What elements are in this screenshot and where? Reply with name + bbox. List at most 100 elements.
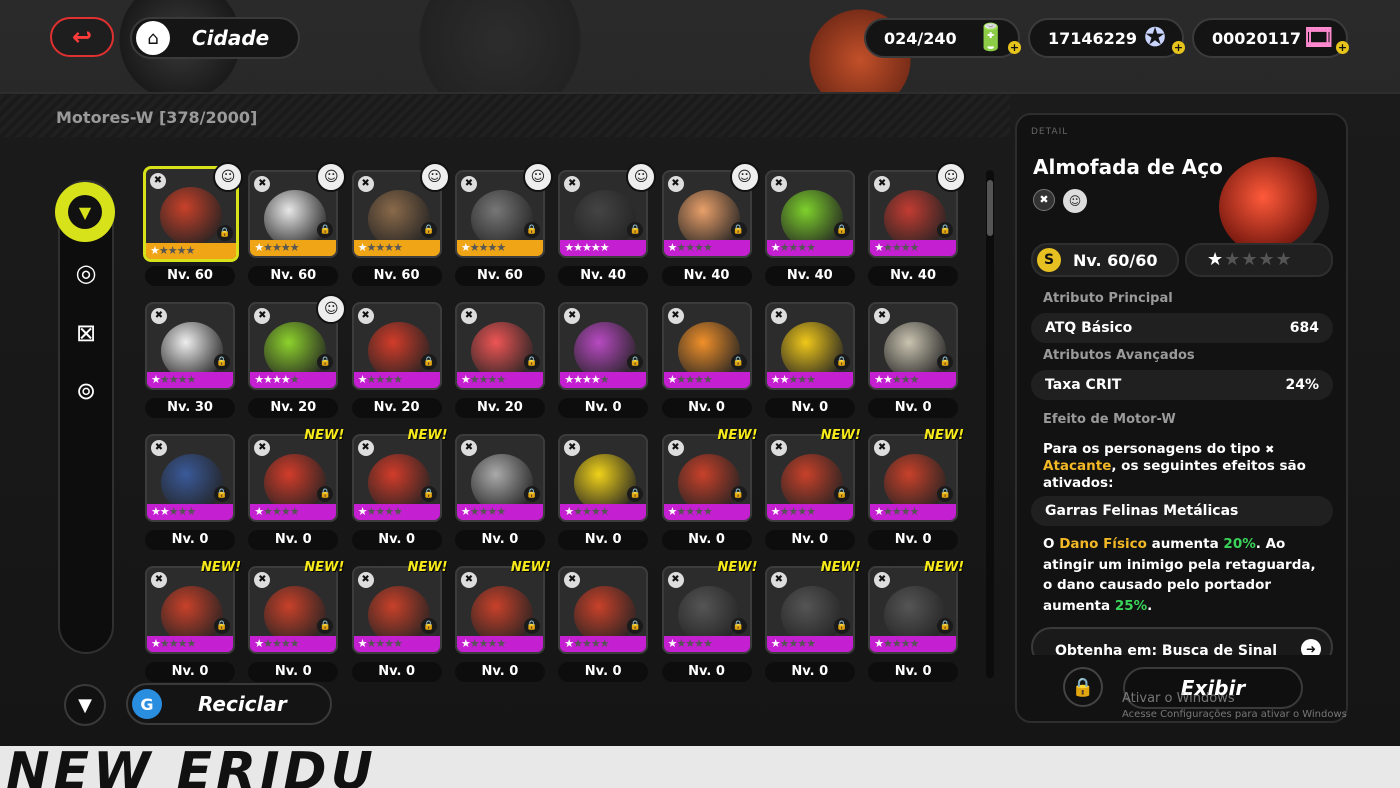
- level-pill: S Nv. 60/60: [1031, 243, 1179, 277]
- wengine-card[interactable]: ✖ 🔒 ★★★★★ NEW! Nv. 0: [246, 428, 344, 554]
- wengine-level: Nv. 0: [145, 662, 235, 682]
- sidebar-item-discs[interactable]: ◎: [68, 255, 104, 291]
- star-rating: ★★★★★: [150, 244, 195, 257]
- recycle-button[interactable]: G Reciclar: [126, 683, 332, 725]
- rarity-bar: ★★★★★: [560, 240, 647, 256]
- wengine-card[interactable]: ✖ 🔒 ★★★★★ Nv. 20: [350, 298, 444, 422]
- class-icon: ✖: [564, 440, 581, 456]
- wengine-thumbnail: ✖ 🔒 ★★★★★: [661, 566, 752, 654]
- rank-coin-icon: S: [1037, 248, 1061, 272]
- wengine-card[interactable]: ✖ 🔒 ★★★★★ Nv. 0: [763, 298, 857, 422]
- class-icon: ✖: [564, 176, 581, 192]
- bottom-decoration: NEW ERIDU: [0, 746, 1400, 788]
- new-badge: NEW!: [717, 428, 758, 443]
- wengine-card[interactable]: ✖ 🔒 ★★★★★ ☺ Nv. 60: [350, 162, 450, 290]
- item-image: [1219, 157, 1329, 257]
- equipped-agent-avatar: ☺: [522, 162, 553, 192]
- rarity-bar: ★★★★★: [250, 504, 337, 520]
- wengine-card[interactable]: ✖ 🔒 ★★★★★ Nv. 0: [556, 430, 650, 554]
- rarity-bar: ★★★★★: [456, 240, 543, 256]
- class-icon: ✖: [254, 176, 271, 192]
- class-icon: ✖: [151, 440, 167, 456]
- wengine-level: Nv. 20: [248, 398, 339, 418]
- wengine-card[interactable]: ✖ 🔒 ★★★★★ NEW! Nv. 0: [246, 560, 344, 686]
- wengine-level: Nv. 60: [145, 266, 235, 286]
- wengine-card[interactable]: ✖ 🔒 ★★★★★ ☺ Nv. 20: [246, 294, 347, 422]
- currency-tickets[interactable]: 00020117 🎞 +: [1192, 18, 1349, 58]
- wengine-card[interactable]: ✖ 🔒 ★★★★★ NEW! Nv. 0: [350, 428, 448, 554]
- sidebar-item-items[interactable]: ⊚: [68, 373, 104, 409]
- wengine-card[interactable]: ✖ 🔒 ★★★★★ ☺ Nv. 60: [453, 162, 553, 290]
- star-rating: ★★★★★: [770, 505, 816, 518]
- wengine-level: Nv. 0: [764, 662, 855, 682]
- currency-dennies[interactable]: 17146229 ✪ +: [1028, 18, 1185, 58]
- wengine-card[interactable]: ✖ 🔒 ★★★★★ NEW! Nv. 0: [453, 560, 551, 686]
- add-dennies-button[interactable]: +: [1172, 41, 1185, 54]
- rarity-bar: ★★★★★: [870, 636, 957, 652]
- star-rating: ★★★★★: [770, 241, 816, 254]
- main-attr-title: Atributo Principal: [1043, 291, 1173, 306]
- wengine-card[interactable]: ✖ 🔒 ★★★★★ Nv. 0: [453, 430, 547, 554]
- rarity-bar: ★★★★★: [147, 504, 233, 520]
- wengine-thumbnail: ✖ 🔒 ★★★★★: [661, 434, 752, 522]
- wengine-card[interactable]: ✖ 🔒 ★★★★★ Nv. 0: [866, 298, 960, 422]
- wengine-level: Nv. 0: [661, 398, 752, 418]
- effect-value: 25%: [1114, 597, 1148, 614]
- wengine-card[interactable]: ✖ 🔒 ★★★★★ NEW! Nv. 0: [763, 560, 861, 686]
- wengine-level: Nv. 0: [661, 530, 752, 550]
- wengine-card[interactable]: ✖ 🔒 ★★★★★ NEW! Nv. 0: [350, 560, 448, 686]
- effect-intro-text: Para os personagens do tipo: [1043, 441, 1261, 457]
- wengine-level: Nv. 0: [454, 530, 545, 550]
- equipped-agent-avatar: ☺: [213, 162, 243, 192]
- sidebar-item-materials[interactable]: ⊠: [68, 315, 104, 351]
- wengine-card[interactable]: ✖ 🔒 ★★★★★ ☺ Nv. 40: [866, 162, 967, 290]
- rarity-bar: ★★★★★: [250, 240, 337, 256]
- wengine-card[interactable]: ✖ 🔒 ★★★★★ Nv. 30: [143, 298, 237, 422]
- class-icon: ✖: [874, 308, 891, 324]
- scrollbar-thumb[interactable]: [987, 180, 993, 236]
- wengine-card[interactable]: ✖ 🔒 ★★★★★ ☺ Nv. 60: [143, 162, 243, 290]
- wengine-card[interactable]: ✖ 🔒 ★★★★★ Nv. 20: [453, 298, 547, 422]
- item-level: Nv. 60/60: [1073, 250, 1158, 270]
- wengine-level: Nv. 0: [558, 662, 649, 682]
- main-attr-row: ATQ Básico 684: [1031, 313, 1333, 343]
- lock-icon: 🔒: [420, 222, 437, 238]
- wengine-card[interactable]: ✖ 🔒 ★★★★★ NEW! Nv. 0: [660, 560, 758, 686]
- wengine-card[interactable]: ✖ 🔒 ★★★★★ NEW! Nv. 0: [866, 428, 964, 554]
- wengine-card[interactable]: ✖ 🔒 ★★★★★ NEW! Nv. 0: [866, 560, 964, 686]
- adv-attr-name: Taxa CRIT: [1045, 377, 1122, 393]
- wengine-card[interactable]: ✖ 🔒 ★★★★★ Nv. 40: [763, 166, 857, 290]
- filter-button[interactable]: ▼: [64, 684, 106, 726]
- wengine-card[interactable]: ✖ 🔒 ★★★★★ Nv. 0: [556, 298, 650, 422]
- back-button[interactable]: ↩: [50, 17, 114, 57]
- wengine-card[interactable]: ✖ 🔒 ★★★★★ NEW! Nv. 0: [143, 560, 241, 686]
- star-rating: ★★★★★: [667, 373, 713, 386]
- class-icon: ✖: [874, 440, 891, 456]
- rarity-bar: ★★★★★: [870, 504, 957, 520]
- effect-intro: Para os personagens do tipo ✖ Atacante, …: [1043, 441, 1329, 492]
- wengine-card[interactable]: ✖ 🔒 ★★★★★ Nv. 0: [660, 298, 754, 422]
- wengine-card[interactable]: ✖ 🔒 ★★★★★ NEW! Nv. 0: [763, 428, 861, 554]
- wengine-card[interactable]: ✖ 🔒 ★★★★★ Nv. 0: [556, 562, 650, 686]
- lock-icon: 🔒: [833, 354, 850, 370]
- wengine-card[interactable]: ✖ 🔒 ★★★★★ ☺ Nv. 40: [556, 162, 657, 290]
- lock-button[interactable]: 🔒: [1063, 667, 1103, 707]
- sidebar-item-wengines[interactable]: ▼: [55, 182, 115, 242]
- grid-scrollbar[interactable]: [986, 170, 994, 678]
- city-button[interactable]: ⌂ Cidade: [130, 17, 300, 59]
- home-icon: ⌂: [136, 21, 170, 55]
- rarity-bar: ★★★★★: [663, 372, 750, 388]
- wengine-thumbnail: ✖ 🔒 ★★★★★: [764, 302, 855, 390]
- add-tickets-button[interactable]: +: [1336, 41, 1349, 54]
- set-name: Garras Felinas Metálicas: [1045, 503, 1239, 519]
- windows-watermark-text: Acesse Configurações para ativar o Windo…: [1122, 709, 1347, 720]
- currency-battery[interactable]: 024/240 🔋 +: [864, 18, 1021, 58]
- add-battery-button[interactable]: +: [1008, 41, 1021, 54]
- top-bar: ↩ ⌂ Cidade 024/240 🔋 + 17146229 ✪ + 0002…: [0, 0, 1400, 92]
- wengine-card[interactable]: ✖ 🔒 ★★★★★ ☺ Nv. 60: [246, 162, 347, 290]
- wengine-card[interactable]: ✖ 🔒 ★★★★★ ☺ Nv. 40: [660, 162, 760, 290]
- lock-icon: 🔒: [420, 354, 437, 370]
- wengine-level: Nv. 0: [764, 398, 855, 418]
- wengine-card[interactable]: ✖ 🔒 ★★★★★ Nv. 0: [143, 430, 237, 554]
- wengine-card[interactable]: ✖ 🔒 ★★★★★ NEW! Nv. 0: [660, 428, 758, 554]
